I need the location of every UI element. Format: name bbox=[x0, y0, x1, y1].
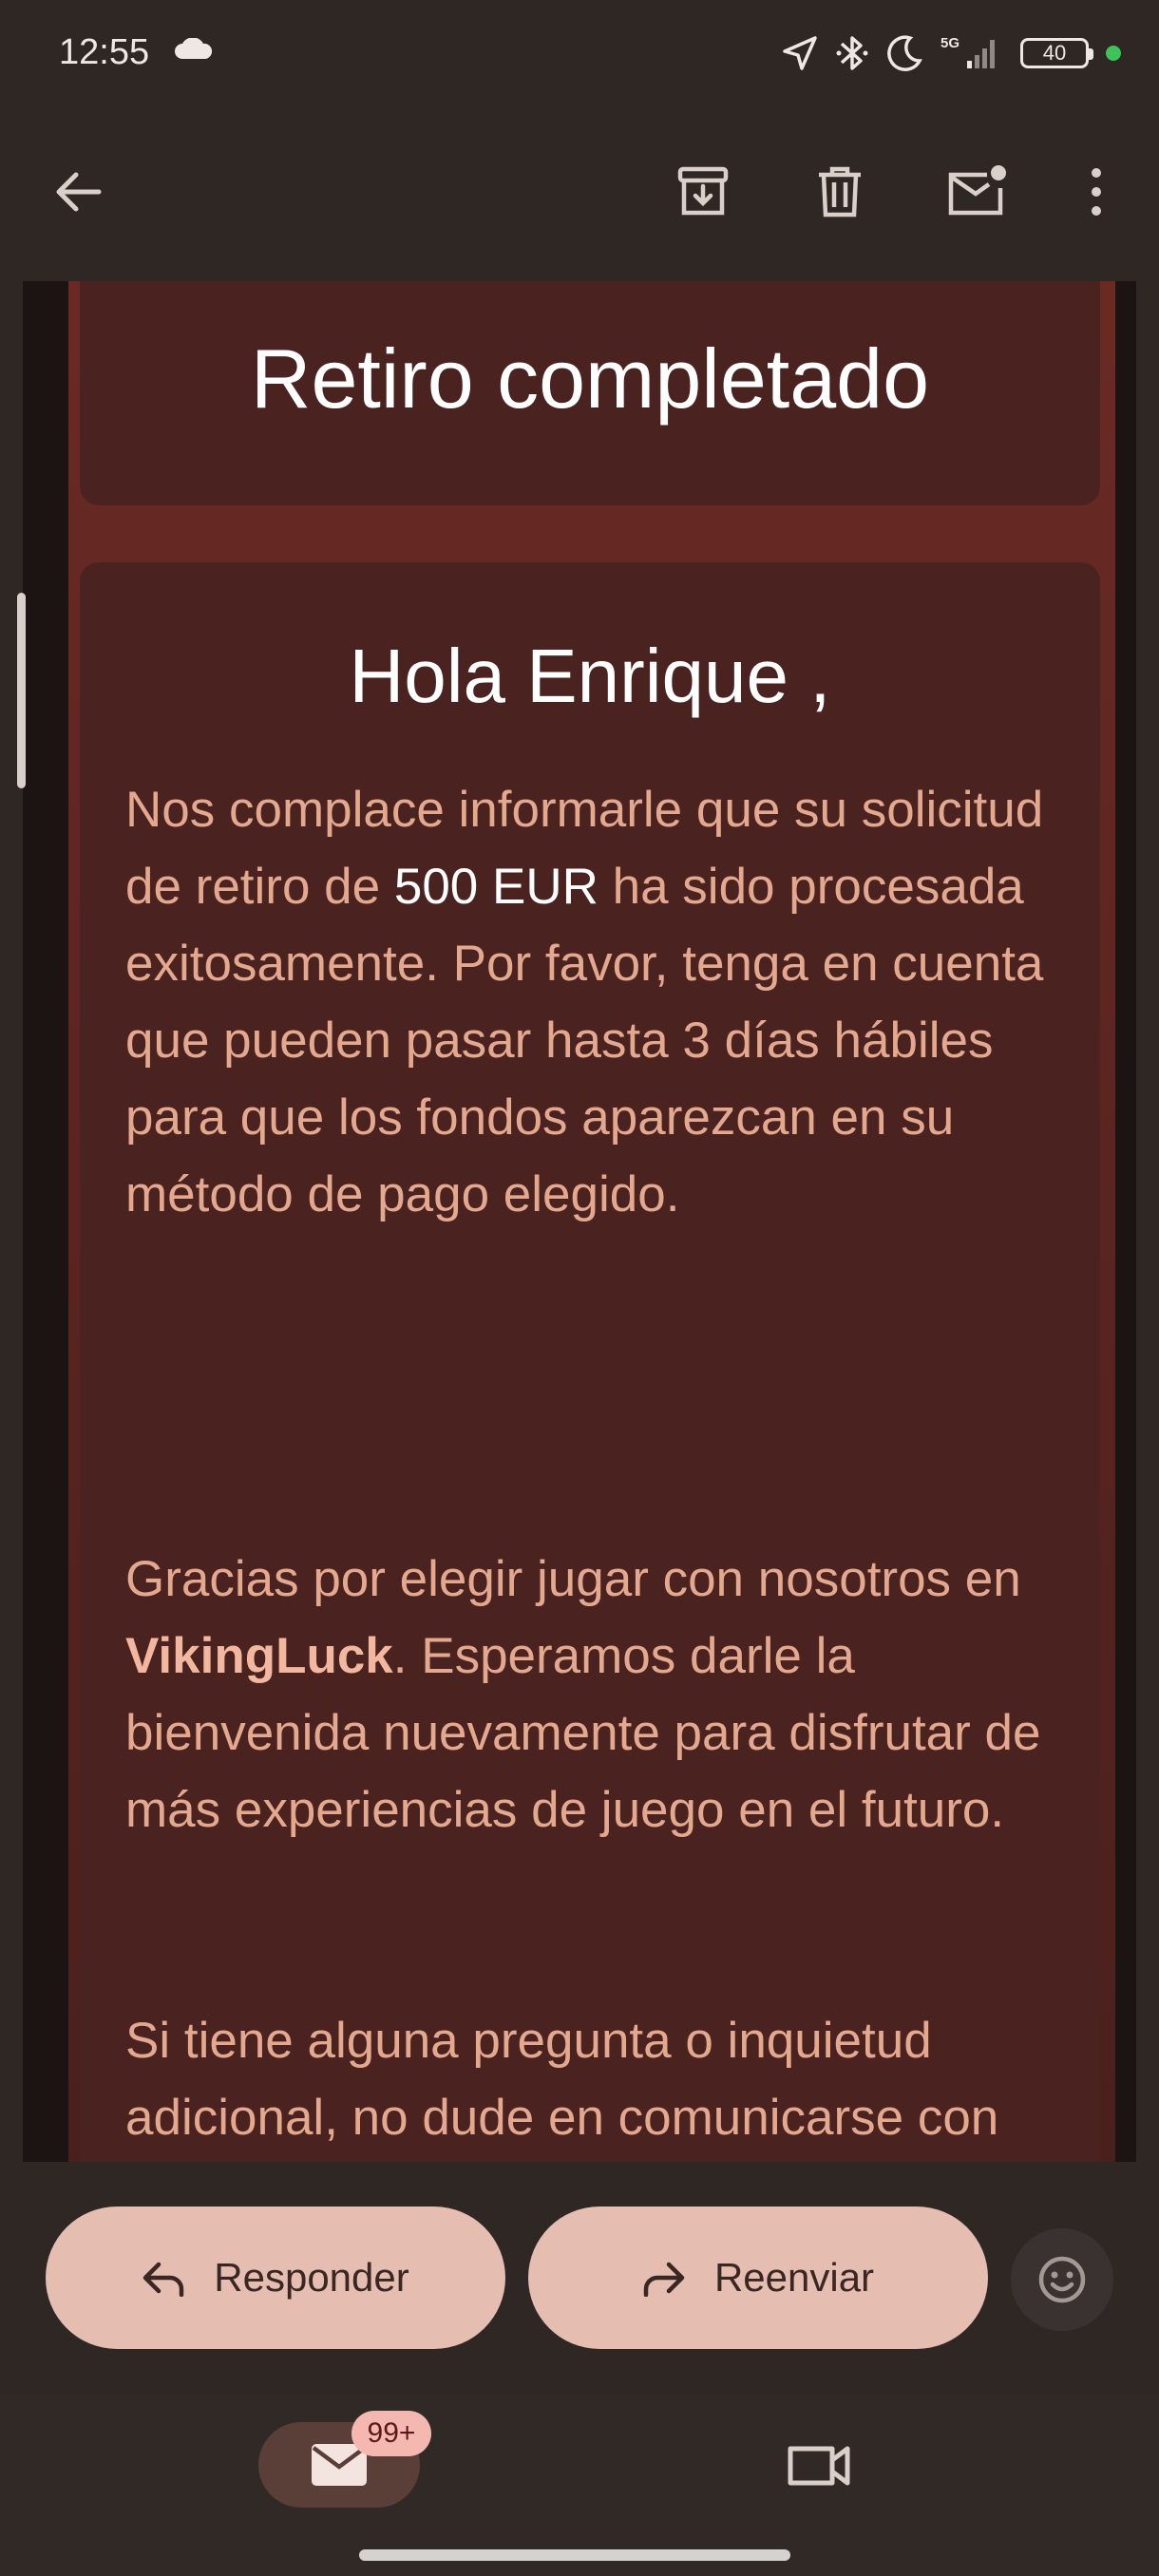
archive-button[interactable] bbox=[665, 154, 741, 230]
location-icon bbox=[783, 36, 817, 70]
email-frame: Retiro completado Hola Enrique , Nos com… bbox=[68, 281, 1115, 2162]
scrollbar-thumb[interactable] bbox=[17, 593, 26, 788]
email-paragraph-2: Gracias por elegir jugar con nosotros en… bbox=[125, 1541, 1075, 1848]
signal-5g-icon: 5G bbox=[940, 35, 995, 68]
reply-label: Responder bbox=[214, 2255, 409, 2300]
emoji-reaction-button[interactable] bbox=[1011, 2228, 1113, 2331]
brand-name: VikingLuck bbox=[125, 1628, 393, 1684]
email-banner: Retiro completado bbox=[80, 281, 1100, 505]
more-options-button[interactable] bbox=[1058, 154, 1134, 230]
reply-button[interactable]: Responder bbox=[46, 2207, 505, 2349]
status-bar: 12:55 5G 40 bbox=[0, 0, 1159, 106]
reply-icon bbox=[143, 2262, 184, 2297]
status-icons: 5G 40 bbox=[781, 27, 1121, 80]
bottom-navigation: 99+ bbox=[0, 2394, 1159, 2576]
email-body[interactable]: Retiro completado Hola Enrique , Nos com… bbox=[23, 281, 1136, 2162]
mail-unread-badge: 99+ bbox=[352, 2411, 431, 2456]
battery-icon: 40 bbox=[1020, 38, 1093, 68]
trash-icon bbox=[819, 166, 861, 218]
bluetooth-icon bbox=[836, 36, 868, 70]
email-banner-title: Retiro completado bbox=[250, 331, 930, 426]
email-greeting: Hola Enrique , bbox=[349, 634, 831, 718]
network-label: 5G bbox=[940, 35, 960, 51]
forward-button[interactable]: Reenviar bbox=[528, 2207, 988, 2349]
cloud-icon bbox=[175, 38, 213, 59]
back-button[interactable] bbox=[40, 154, 116, 230]
email-message-panel: Hola Enrique , Nos complace informarle q… bbox=[80, 562, 1100, 2162]
email-paragraph-3: Si tiene alguna pregunta o inquietud adi… bbox=[125, 2013, 999, 2146]
delete-button[interactable] bbox=[802, 154, 878, 230]
more-vert-icon bbox=[1092, 168, 1101, 216]
reply-action-bar: Responder Reenviar bbox=[0, 2162, 1159, 2394]
arrow-back-icon bbox=[56, 172, 102, 212]
top-app-bar bbox=[0, 106, 1159, 281]
archive-icon bbox=[677, 166, 729, 216]
mark-unread-mail-icon bbox=[948, 165, 1006, 216]
forward-icon bbox=[643, 2262, 685, 2297]
battery-level: 40 bbox=[1042, 41, 1067, 65]
smiley-icon bbox=[1038, 2256, 1086, 2303]
paragraph-2-text-a: Gracias por elegir jugar con nosotros en bbox=[125, 1551, 1021, 1607]
video-camera-icon[interactable] bbox=[785, 2437, 853, 2494]
mark-unread-button[interactable] bbox=[939, 154, 1015, 230]
privacy-indicator-dot bbox=[1106, 46, 1121, 61]
forward-label: Reenviar bbox=[713, 2255, 875, 2300]
status-time: 12:55 bbox=[59, 32, 150, 72]
do-not-disturb-moon-icon bbox=[887, 35, 922, 71]
withdrawal-amount: 500 EUR bbox=[393, 859, 598, 915]
gesture-bar[interactable] bbox=[359, 2549, 790, 2561]
email-paragraph-1: Nos complace informarle que su solicitud… bbox=[125, 771, 1075, 1233]
